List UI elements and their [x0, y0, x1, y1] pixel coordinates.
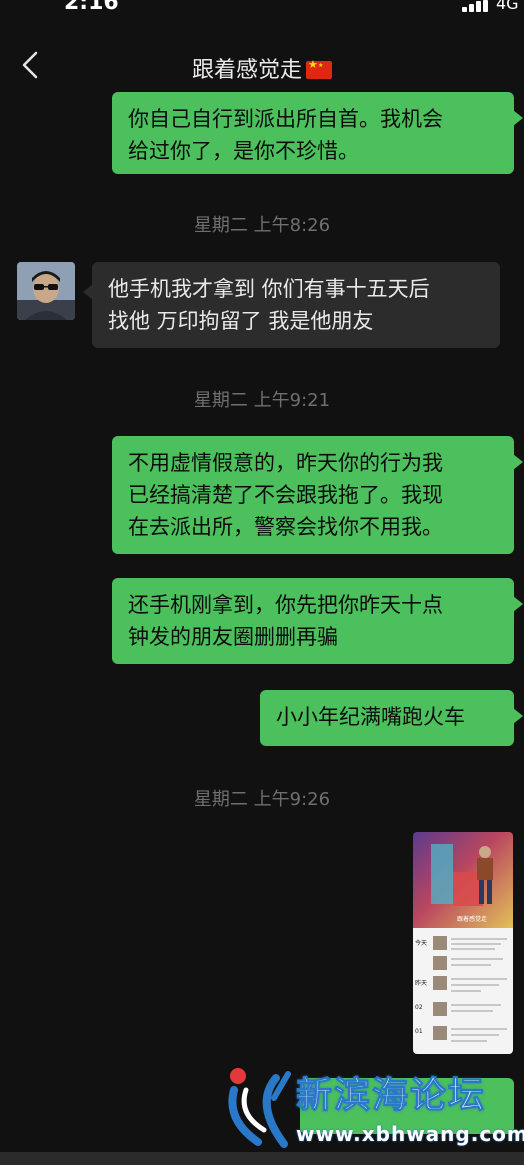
- thumbnail-moments-feed: 今天 昨天 02 01: [413, 928, 513, 1054]
- contact-avatar[interactable]: [17, 262, 75, 320]
- thumbnail-text-line: [451, 958, 503, 960]
- thumbnail-profile-name: 跟着感觉走: [457, 916, 488, 923]
- thumbnail-text-line: [451, 943, 501, 945]
- message-timestamp: 星期二 上午8:26: [193, 215, 331, 236]
- thumbnail-feed-image: [433, 936, 447, 950]
- thumbnail-feed-image: [433, 956, 447, 970]
- message-text: 给过你了，是你不珍惜。: [128, 139, 359, 163]
- thumbnail-text-line: [451, 964, 491, 966]
- message-timestamp: 星期二 上午9:26: [193, 789, 331, 810]
- thumbnail-date-label: 昨天: [415, 980, 428, 987]
- image-message[interactable]: 跟着感觉走 今天 昨天 02 01: [413, 832, 513, 1054]
- message-text: 他手机我才拿到 你们有事十五天后: [108, 277, 430, 301]
- message-text: 找他 万印拘留了 我是他朋友: [108, 309, 374, 333]
- home-indicator-bar: [0, 1152, 524, 1165]
- thumbnail-text-line: [451, 948, 495, 950]
- message-bubble-outgoing[interactable]: 你自己自行到派出所自首。我机会 给过你了，是你不珍惜。: [112, 92, 523, 174]
- thumbnail-text-line: [451, 1004, 501, 1006]
- thumbnail-date-label: 今天: [415, 940, 428, 947]
- message-bubble-outgoing[interactable]: 还手机刚拿到，你先把你昨天十点 钟发的朋友圈删删再骗: [112, 578, 523, 664]
- thumbnail-text-line: [451, 938, 507, 940]
- message-text: 不用虚情假意的，昨天你的行为我: [128, 451, 443, 475]
- thumbnail-feed-image: [433, 976, 447, 990]
- chat-title: 跟着感觉走: [0, 52, 524, 84]
- chat-title-text: 跟着感觉走: [191, 58, 302, 83]
- thumbnail-date-label: 01: [415, 1028, 423, 1035]
- message-timestamp: 星期二 上午9:21: [193, 390, 331, 411]
- thumbnail-text-line: [451, 1028, 507, 1030]
- thumbnail-feed-image: [433, 1026, 447, 1040]
- thumbnail-feed-image: [433, 1002, 447, 1016]
- message-text: 小小年纪满嘴跑火车: [276, 705, 465, 729]
- thumbnail-text-line: [451, 978, 507, 980]
- message-bubble-incoming[interactable]: 他手机我才拿到 你们有事十五天后 找他 万印拘留了 我是他朋友: [83, 262, 500, 348]
- message-bubble-outgoing[interactable]: 不用虚情假意的，昨天你的行为我 已经搞清楚了不会跟我拖了。我现 在去派出所，警察…: [112, 436, 523, 554]
- status-time: 2:16: [64, 0, 119, 15]
- thumbnail-cover-photo: 跟着感觉走: [413, 832, 513, 928]
- message-bubble-outgoing[interactable]: 小小年纪满嘴跑火车: [260, 690, 523, 746]
- thumbnail-date-label: 02: [415, 1004, 423, 1011]
- china-flag-icon: [306, 58, 332, 79]
- avatar-photo: [17, 262, 75, 320]
- thumbnail-text-line: [451, 1040, 487, 1042]
- thumbnail-text-line: [451, 984, 499, 986]
- watermark-url: www.xbhwang.com: [296, 1122, 524, 1146]
- message-text: 你自己自行到派出所自首。我机会: [128, 107, 443, 131]
- thumbnail-text-line: [451, 1010, 493, 1012]
- message-text: 还手机刚拿到，你先把你昨天十点: [128, 593, 443, 617]
- network-type: 4G: [496, 0, 519, 13]
- message-text: 钟发的朋友圈删删再骗: [128, 625, 338, 649]
- message-text: 已经搞清楚了不会跟我拖了。我现: [128, 483, 443, 507]
- message-text: 在去派出所，警察会找你不用我。: [128, 515, 443, 539]
- thumbnail-text-line: [451, 1034, 499, 1036]
- watermark-name: 新滨海论坛: [295, 1075, 487, 1117]
- thumbnail-text-line: [451, 990, 481, 992]
- forum-logo-icon: [228, 1068, 291, 1148]
- signal-icon: [462, 0, 490, 12]
- status-bar: 2:16 4G: [0, 0, 524, 15]
